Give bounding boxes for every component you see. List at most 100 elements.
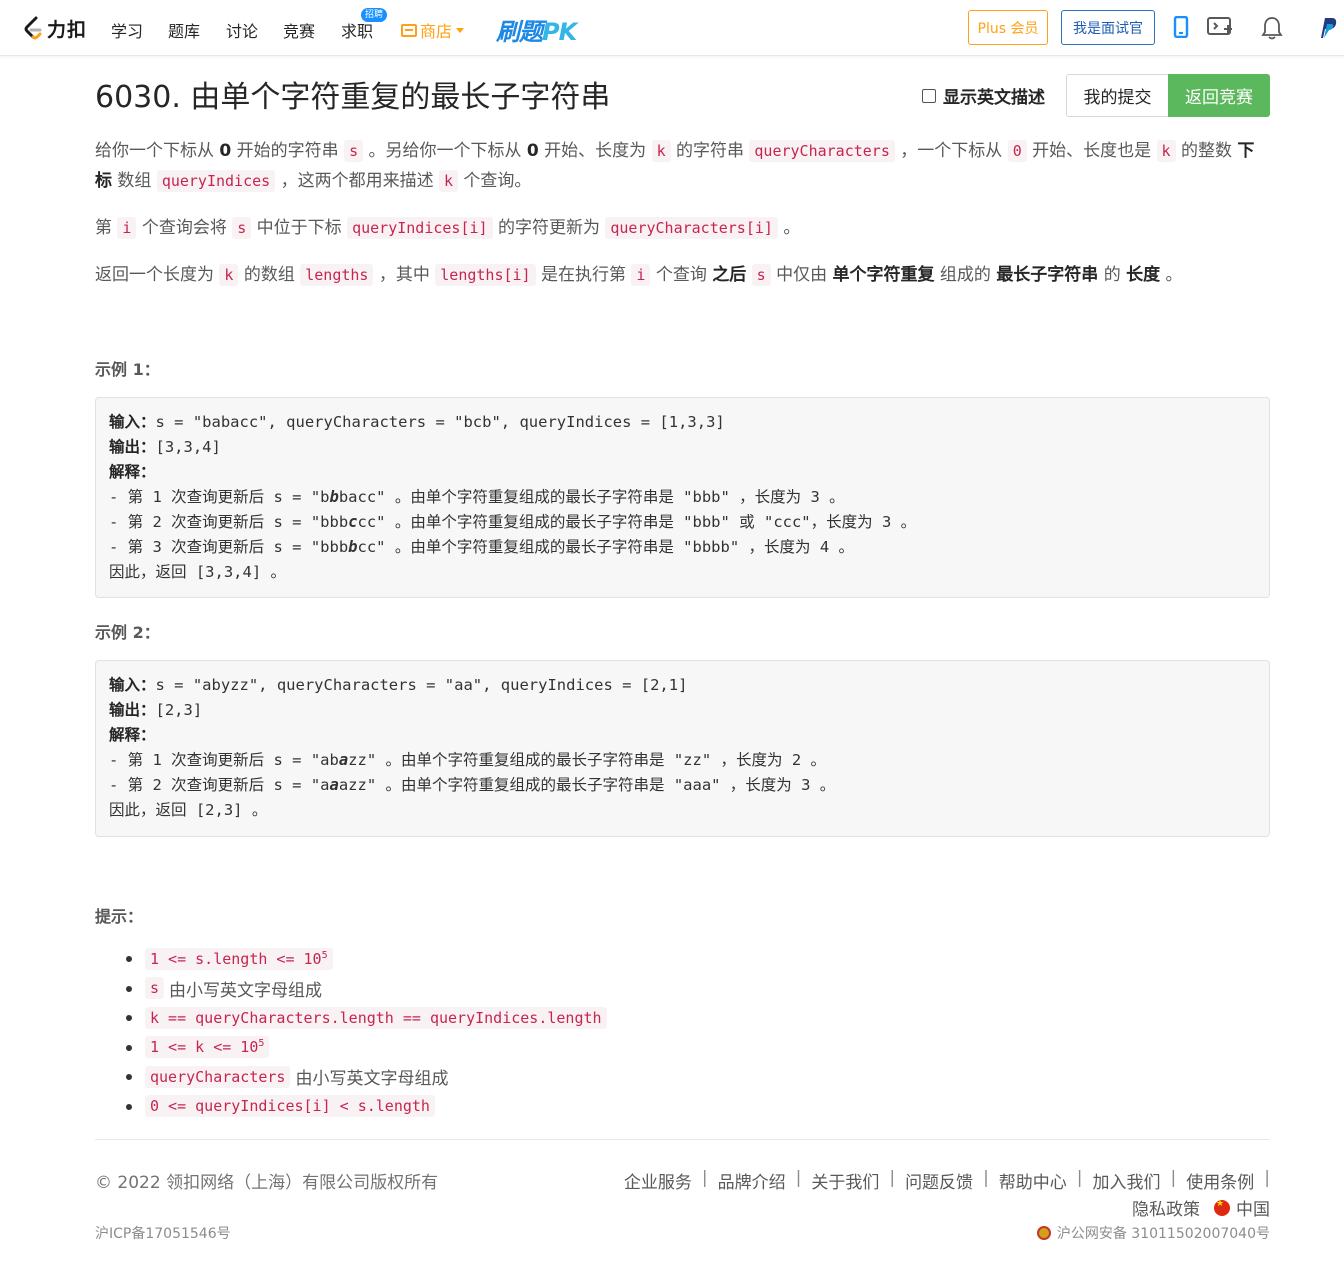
hint-item: k == queryCharacters.length == queryIndi… [120, 1003, 612, 1033]
hint-item: queryCharacters 由小写英文字母组成 [120, 1062, 612, 1092]
text: 。 [777, 218, 801, 238]
explanation-label: 解释： [109, 463, 156, 481]
avatar-icon[interactable] [1315, 16, 1337, 44]
inline-code: 1 <= k <= 105 [145, 1036, 270, 1059]
chevron-down-icon [456, 27, 465, 33]
hints-heading: 提示： [95, 907, 144, 926]
text: 返回一个长度为 [95, 265, 220, 285]
inline-code: queryCharacters[i] [605, 217, 778, 239]
superscript: 5 [258, 1038, 265, 1050]
bell-icon[interactable] [1261, 16, 1283, 44]
nav-problemset[interactable]: 题库 [168, 18, 200, 42]
nav-discuss[interactable]: 讨论 [226, 18, 258, 42]
input-value: s = "babacc", queryCharacters = "bcb", q… [155, 413, 725, 431]
footer-link-privacy[interactable]: 隐私政策 [1132, 1195, 1200, 1220]
footer-link-join[interactable]: 加入我们 [1093, 1168, 1161, 1193]
region-selector[interactable]: 中国 [1236, 1195, 1270, 1220]
text: 。另给你一个下标从 [363, 141, 527, 161]
input-label: 输入： [109, 413, 156, 431]
text: 第 [95, 218, 118, 238]
police-emblem-icon [1036, 1226, 1051, 1240]
text: 的数组 [238, 265, 301, 285]
mobile-icon[interactable] [1173, 15, 1189, 42]
nav-shop[interactable]: 商店 [401, 18, 465, 42]
leetcode-logo-icon [22, 16, 44, 40]
interviewer-button[interactable]: 我是面试官 [1061, 10, 1155, 45]
footer-link-terms[interactable]: 使用条例 [1186, 1168, 1254, 1193]
inline-code: k [1156, 140, 1176, 162]
show-english-checkbox[interactable] [922, 88, 936, 103]
bold-text: 0 [526, 141, 539, 161]
nav-learn[interactable]: 学习 [111, 18, 143, 42]
hint-item: 0 <= queryIndices[i] < s.length [120, 1092, 612, 1122]
footer-link-help[interactable]: 帮助中心 [999, 1168, 1067, 1193]
text: 中仅由 [770, 265, 833, 285]
explanation-line: - 第 2 次查询更新后 s = "bbb [109, 513, 349, 531]
text: 的字符更新为 [492, 218, 606, 238]
description-paragraph-3: 返回一个长度为 k 的数组 lengths ，其中 lengths[i] 是在执… [95, 260, 1270, 290]
separator: | [889, 1168, 896, 1188]
explanation-label: 解释： [109, 726, 156, 744]
highlight-char: a [338, 751, 349, 769]
text: 开始、长度也是 [1026, 141, 1157, 161]
footer-link-about[interactable]: 关于我们 [811, 1168, 879, 1193]
bold-text: 最长子字符串 [996, 265, 1099, 285]
hints-list: 1 <= s.length <= 105 s 由小写英文字母组成 k == que… [120, 944, 612, 1121]
logo-text: 力扣 [47, 18, 88, 41]
hint-text: 由小写英文字母组成 [169, 980, 323, 1001]
text: ，这两个都用来描述 [275, 171, 439, 191]
inline-code: queryCharacters [145, 1065, 291, 1088]
nav-pk[interactable]: 刷题PK [496, 12, 577, 47]
text: 数组 [112, 171, 157, 191]
text: 中位于下标 [251, 218, 348, 238]
bold-text: 单个字符重复 [832, 265, 935, 285]
hint-item: s 由小写英文字母组成 [120, 974, 612, 1004]
hint-item: 1 <= k <= 105 [120, 1033, 612, 1063]
inline-code: 0 <= queryIndices[i] < s.length [145, 1095, 435, 1118]
separator: | [1076, 1168, 1083, 1188]
nav-pk-label: 刷题 [496, 18, 543, 46]
output-label: 输出： [109, 438, 156, 456]
inline-code: queryIndices [156, 170, 276, 192]
separator: | [795, 1168, 802, 1188]
footer-divider [95, 1139, 1270, 1140]
police-record[interactable]: 沪公网安备 31011502007040号 [1036, 1223, 1270, 1243]
footer-link-brand[interactable]: 品牌介绍 [718, 1168, 786, 1193]
playground-icon[interactable] [1207, 16, 1233, 42]
nav-contest[interactable]: 竞赛 [283, 18, 315, 42]
explanation-line: zz" 。由单个字符重复组成的最长子字符串是 "zz" ，长度为 2 。 [348, 751, 826, 769]
leetcode-logo[interactable]: 力扣 [22, 14, 87, 42]
explanation-line: cc" 。由单个字符重复组成的最长子字符串是 "bbbb" ，长度为 4 。 [357, 538, 854, 556]
china-flag-icon [1214, 1199, 1230, 1216]
explanation-line: - 第 1 次查询更新后 s = "ab [109, 751, 339, 769]
footer-link-feedback[interactable]: 问题反馈 [905, 1168, 973, 1193]
explanation-line: bacc" 。由单个字符重复组成的最长子字符串是 "bbb" ，长度为 3 。 [338, 488, 845, 506]
show-english-toggle[interactable]: 显示英文描述 [922, 83, 1045, 108]
text: 的字符串 [670, 141, 750, 161]
text: 个查询。 [458, 171, 532, 191]
footer-link-enterprise[interactable]: 企业服务 [624, 1168, 692, 1193]
inline-code: s [145, 977, 165, 1000]
copyright: © 2022 领扣网络（上海）有限公司版权所有 [95, 1173, 439, 1193]
icp-link[interactable]: 沪ICP备17051546号 [95, 1223, 231, 1243]
hint-text: 由小写英文字母组成 [295, 1069, 449, 1090]
text: 给你一个下标从 [95, 141, 220, 161]
footer-row-2: 隐私政策 中国 [1132, 1195, 1270, 1221]
inline-code: queryCharacters [749, 140, 895, 162]
highlight-char: b [329, 488, 339, 506]
nav-shop-label: 商店 [420, 22, 453, 41]
my-submissions-button[interactable]: 我的提交 [1066, 74, 1168, 117]
text: 个查询会将 [136, 218, 233, 238]
back-to-contest-button[interactable]: 返回竞赛 [1168, 74, 1270, 117]
inline-code: 0 [1007, 140, 1027, 162]
hint-code: 1 <= k <= 10 [150, 1038, 259, 1057]
inline-code: queryIndices[i] [347, 217, 493, 239]
separator: | [701, 1168, 708, 1188]
bold-text: 长度 [1126, 265, 1161, 285]
inline-code: k [439, 170, 459, 192]
conclusion-line: 因此，返回 [2,3] 。 [109, 801, 268, 819]
input-label: 输入： [109, 676, 156, 694]
inline-code: s [344, 140, 364, 162]
text: 是在执行第 [535, 265, 632, 285]
plus-member-button[interactable]: Plus 会员 [968, 10, 1048, 45]
